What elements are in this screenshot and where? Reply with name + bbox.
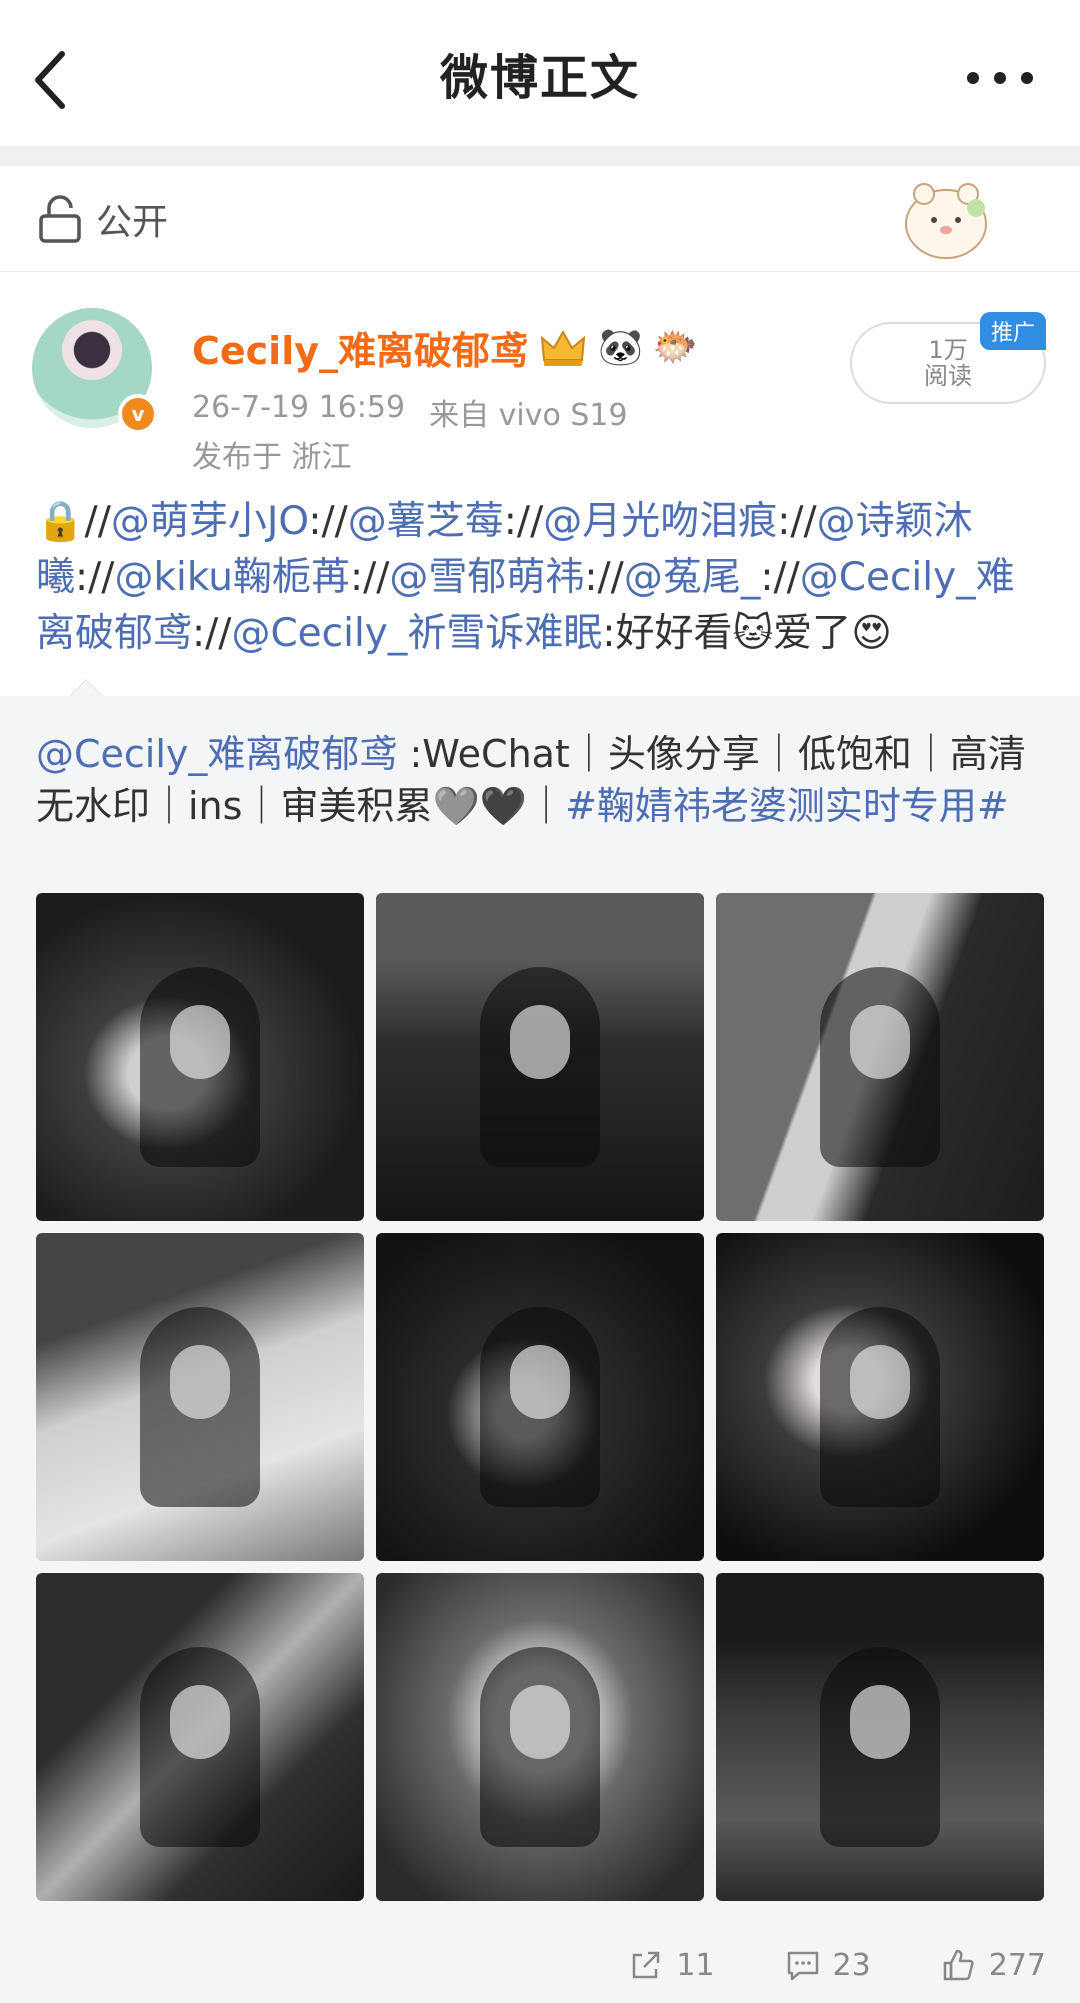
photo-2[interactable]	[376, 893, 704, 1221]
fish-emoji-icon: 🐡	[652, 326, 698, 368]
post-card: v Cecily_难离破郁鸢 🐼 🐡 26-7-19 16:59 来自 vivo…	[0, 272, 1080, 696]
photo-grid	[36, 893, 1044, 1901]
mention-link[interactable]: @Cecily_祈雪诉难眠	[231, 611, 602, 656]
back-icon	[35, 51, 65, 109]
section-divider	[0, 146, 1080, 166]
action-bar: 11 23 277	[0, 1930, 1080, 2000]
text-segment: 🔒//	[36, 499, 111, 544]
more-icon	[967, 72, 1033, 84]
promo-badge[interactable]: 推广	[980, 312, 1046, 350]
top-bar: 微博正文	[0, 0, 1080, 146]
photo-4[interactable]	[36, 1233, 364, 1561]
photo-7[interactable]	[36, 1573, 364, 1901]
like-button[interactable]: 277	[941, 1947, 1046, 1983]
mention-link[interactable]: @雪郁萌祎	[389, 555, 584, 600]
more-button[interactable]	[960, 48, 1040, 108]
repost-button[interactable]: 11	[628, 1947, 715, 1983]
lock-icon	[39, 194, 81, 243]
mention-link[interactable]: @kiku鞠栀苒	[114, 555, 350, 600]
text-segment: ://	[308, 499, 348, 544]
username[interactable]: Cecily_难离破郁鸢	[192, 320, 528, 375]
mention-link[interactable]: @Cecily_难离破郁鸢	[36, 732, 397, 776]
mention-link[interactable]: @萌芽小JO	[111, 499, 309, 544]
page-title: 微博正文	[439, 50, 640, 106]
mention-link[interactable]: @薯芝莓	[348, 499, 504, 544]
back-button[interactable]	[30, 40, 90, 120]
text-segment: ://	[75, 555, 115, 600]
post-source: 来自 vivo S19	[429, 398, 628, 433]
comment-count: 23	[832, 1947, 871, 1983]
post-location: 发布于 浙江	[192, 440, 352, 475]
text-segment: ://	[349, 555, 390, 600]
reads-label: 阅读	[924, 362, 972, 390]
repost-count: 11	[676, 1947, 715, 1983]
photo-3[interactable]	[716, 893, 1044, 1221]
repost-text: 🔒//@萌芽小JO://@薯芝莓://@月光吻泪痕://@诗颖沐曦://@kik…	[36, 494, 1046, 662]
reads-count: 1万	[928, 336, 968, 364]
text-segment: :好好看🐱爱了😍	[602, 611, 892, 656]
hashtag-link[interactable]: #鞠婧祎老婆测实时专用#	[565, 784, 1009, 828]
post-meta: 26-7-19 16:59 来自 vivo S19	[192, 390, 628, 434]
mention-link[interactable]: @月光吻泪痕	[543, 499, 777, 544]
hamster-sticker-icon	[905, 183, 987, 259]
photo-8[interactable]	[376, 1573, 704, 1901]
comment-button[interactable]: 23	[785, 1947, 871, 1983]
visibility-label: 公开	[96, 201, 169, 243]
photo-5[interactable]	[376, 1233, 704, 1561]
verified-badge: v	[118, 394, 158, 434]
text-segment: ://	[192, 611, 232, 656]
text-segment: ://	[777, 499, 817, 544]
photo-1[interactable]	[36, 893, 364, 1221]
mention-link[interactable]: @菟尾_	[624, 555, 761, 600]
like-icon	[943, 1949, 974, 1981]
post-timestamp: 26-7-19 16:59	[192, 390, 406, 425]
like-count: 277	[988, 1947, 1046, 1983]
panda-emoji-icon: 🐼	[598, 326, 643, 368]
photo-6[interactable]	[716, 1233, 1044, 1561]
repost-icon	[633, 1951, 660, 1979]
text-segment: ://	[503, 499, 544, 544]
username-row: Cecily_难离破郁鸢 🐼 🐡	[192, 320, 698, 375]
text-segment: ://	[584, 555, 624, 600]
photo-9[interactable]	[716, 1573, 1044, 1901]
visibility-row: 公开	[0, 166, 1080, 272]
vip-crown-icon	[540, 329, 586, 366]
original-post-text: @Cecily_难离破郁鸢 :WeChat｜头像分享｜低饱和｜高清无水印｜ins…	[36, 728, 1046, 832]
text-segment: ://	[760, 555, 800, 600]
comment-icon	[787, 1951, 818, 1981]
